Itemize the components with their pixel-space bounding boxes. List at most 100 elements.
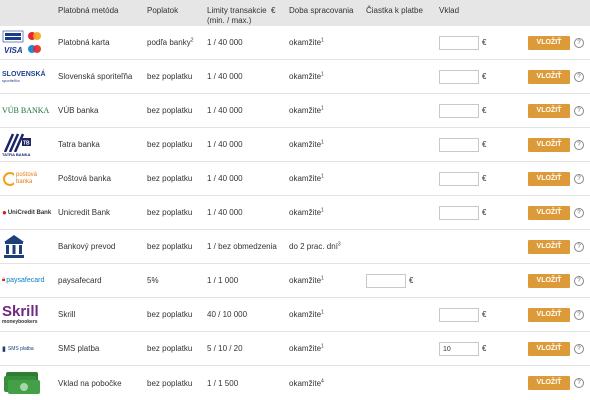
method-processing: do 2 prac. dní3 [286, 230, 363, 264]
method-processing: okamžite1 [286, 60, 363, 94]
method-fee: bez poplatku [144, 366, 204, 400]
deposit-input[interactable] [439, 36, 479, 50]
method-limits: 1 / 40 000 [204, 94, 286, 128]
deposit-button[interactable]: VLOŽIŤ [528, 308, 570, 322]
processing-text: okamžite [289, 276, 321, 285]
method-processing: okamžite1 [286, 128, 363, 162]
processing-footnote: 1 [321, 309, 324, 315]
method-fee: bez poplatku [144, 298, 204, 332]
processing-text: okamžite [289, 106, 321, 115]
currency-symbol: € [482, 140, 486, 149]
method-name: Poštová banka [55, 162, 144, 196]
header-limits-sub: (min. / max.) [207, 16, 251, 25]
method-logo-cell: TB TATRA BANKA [0, 128, 55, 162]
amount-input[interactable] [366, 274, 406, 288]
vub-banka-logo: VÚB BANKA [2, 96, 53, 126]
method-limits: 1 / 40 000 [204, 26, 286, 60]
deposit-button[interactable]: VLOŽIŤ [528, 70, 570, 84]
deposit-cell: 10€ [436, 332, 525, 366]
table-row: VÚB BANKA VÚB banka bez poplatku 1 / 40 … [0, 94, 590, 128]
deposit-button[interactable]: VLOŽIŤ [528, 342, 570, 356]
action-cell: VLOŽIŤ? [525, 298, 590, 332]
deposit-button[interactable]: VLOŽIŤ [528, 206, 570, 220]
help-icon[interactable]: ? [574, 208, 584, 218]
deposit-cell [436, 264, 525, 298]
table-row: Skrill moneybookers Skrill bez poplatku … [0, 298, 590, 332]
help-icon[interactable]: ? [574, 72, 584, 82]
deposit-button[interactable]: VLOŽIŤ [528, 104, 570, 118]
processing-text: do 2 prac. dní [289, 242, 338, 251]
action-cell: VLOŽIŤ? [525, 162, 590, 196]
currency-symbol: € [482, 106, 486, 115]
method-name: Skrill [55, 298, 144, 332]
logo-text: paysafecard [6, 277, 44, 284]
deposit-button[interactable]: VLOŽIŤ [528, 172, 570, 186]
currency-symbol: € [482, 208, 486, 217]
deposit-input[interactable] [439, 206, 479, 220]
method-name: Vklad na pobočke [55, 366, 144, 400]
processing-footnote: 1 [321, 207, 324, 213]
processing-footnote: 1 [321, 275, 324, 281]
method-logo-cell: VÚB BANKA [0, 94, 55, 128]
visa-mastercard-logo: VISA [2, 28, 53, 58]
help-icon[interactable]: ? [574, 310, 584, 320]
method-processing: okamžite1 [286, 162, 363, 196]
method-name: paysafecard [55, 264, 144, 298]
method-limits: 1 / 40 000 [204, 162, 286, 196]
currency-symbol: € [482, 38, 486, 47]
processing-footnote: 1 [321, 37, 324, 43]
amount-cell [363, 94, 436, 128]
deposit-cell: € [436, 60, 525, 94]
deposit-input[interactable] [439, 104, 479, 118]
method-fee: bez poplatku [144, 196, 204, 230]
help-icon[interactable]: ? [574, 378, 584, 388]
method-logo-cell: ▮SMS platba [0, 332, 55, 366]
processing-footnote: 1 [321, 173, 324, 179]
deposit-button[interactable]: VLOŽIŤ [528, 274, 570, 288]
fee-text: bez poplatku [147, 106, 192, 115]
method-processing: okamžite1 [286, 264, 363, 298]
fee-footnote: 2 [191, 37, 194, 43]
header-method: Platobná metóda [55, 0, 144, 26]
help-icon[interactable]: ? [574, 276, 584, 286]
method-processing: okamžite1 [286, 196, 363, 230]
processing-text: okamžite [289, 208, 321, 217]
deposit-input[interactable] [439, 172, 479, 186]
table-row: Bankový prevod bez poplatku 1 / bez obme… [0, 230, 590, 264]
processing-text: okamžite [289, 379, 321, 388]
amount-cell [363, 128, 436, 162]
method-logo-cell [0, 366, 55, 400]
deposit-button[interactable]: VLOŽIŤ [528, 138, 570, 152]
header-action [525, 0, 590, 26]
deposit-input[interactable]: 10 [439, 342, 479, 356]
deposit-button[interactable]: VLOŽIŤ [528, 36, 570, 50]
method-limits: 1 / 40 000 [204, 60, 286, 94]
processing-text: okamžite [289, 174, 321, 183]
help-icon[interactable]: ? [574, 242, 584, 252]
skrill-logo: Skrill moneybookers [2, 300, 53, 330]
table-row: Vklad na pobočke bez poplatku 1 / 1 500 … [0, 366, 590, 400]
fee-text: bez poplatku [147, 344, 192, 353]
bank-building-icon [2, 232, 53, 262]
deposit-cell: € [436, 298, 525, 332]
method-fee: bez poplatku [144, 128, 204, 162]
deposit-input[interactable] [439, 138, 479, 152]
help-icon[interactable]: ? [574, 174, 584, 184]
method-name: Slovenská sporiteľňa [55, 60, 144, 94]
table-row: VISA Platobná karta podľa banky2 1 / 40 … [0, 26, 590, 60]
help-icon[interactable]: ? [574, 106, 584, 116]
logo-subtext: banka [16, 179, 37, 186]
deposit-cell: € [436, 128, 525, 162]
deposit-button[interactable]: VLOŽIŤ [528, 376, 570, 390]
currency-symbol: € [482, 174, 486, 183]
help-icon[interactable]: ? [574, 38, 584, 48]
header-limits-label: Limity transakcie [207, 6, 267, 15]
action-cell: VLOŽIŤ? [525, 366, 590, 400]
fee-text: bez poplatku [147, 242, 192, 251]
help-icon[interactable]: ? [574, 344, 584, 354]
deposit-input[interactable] [439, 308, 479, 322]
deposit-button[interactable]: VLOŽIŤ [528, 240, 570, 254]
help-icon[interactable]: ? [574, 140, 584, 150]
deposit-input[interactable] [439, 70, 479, 84]
processing-footnote: 1 [321, 105, 324, 111]
